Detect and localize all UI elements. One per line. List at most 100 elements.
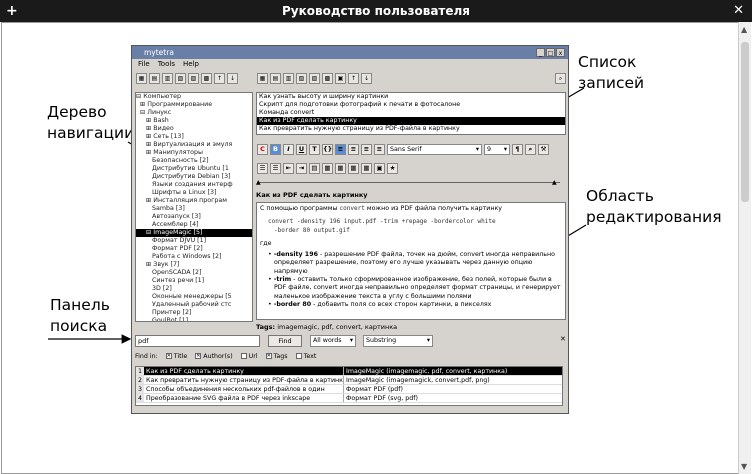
record-paste-icon[interactable]: ▣ — [335, 73, 346, 84]
ruler-right-marker[interactable]: ▲ — [552, 179, 557, 186]
word-mode-select[interactable]: All words ▾ — [310, 335, 356, 347]
tree-item[interactable]: ⊞ Видео — [136, 125, 252, 133]
find-icon[interactable]: ⌕ — [555, 73, 566, 84]
tree-item[interactable]: ⊟ Линукс — [136, 109, 252, 117]
search-close-icon[interactable]: ✕ — [560, 335, 566, 343]
tree-item[interactable]: ⊟ Компьютер — [136, 93, 252, 101]
align-center-button[interactable]: ≡ — [348, 144, 359, 155]
tree-item[interactable]: ⊟ ImageMagic [5] — [136, 229, 252, 237]
find-in-option[interactable]: ✕ Title — [165, 353, 187, 360]
tree-add-icon[interactable]: ▦ — [136, 73, 147, 84]
clear-format-button[interactable]: C — [257, 144, 268, 155]
indent-plus-button[interactable]: ⇥ — [296, 163, 307, 174]
bold-button[interactable]: B — [270, 144, 281, 155]
minimize-button[interactable]: _ — [536, 48, 545, 57]
show-html-button[interactable]: ▤ — [309, 163, 320, 174]
tree-cut-icon[interactable]: ▨ — [188, 73, 199, 84]
checkbox-icon[interactable] — [240, 353, 247, 359]
table-col-button[interactable]: ▦ — [361, 163, 372, 174]
tree-item[interactable]: Языки создания интерф — [136, 181, 252, 189]
record-copy-icon[interactable]: ▩ — [322, 73, 333, 84]
record-add-icon[interactable]: ▦ — [257, 73, 268, 84]
tree-add-sub-icon[interactable]: ▤ — [149, 73, 160, 84]
monospace-button[interactable]: T — [309, 144, 320, 155]
record-up-icon[interactable]: ↑ — [348, 73, 359, 84]
tree-item[interactable]: OpenSCADA [2] — [136, 269, 252, 277]
font-family-select[interactable]: Sans Serif ▾ — [387, 144, 482, 155]
tree-item[interactable]: ⊞ Инсталляция програм — [136, 197, 252, 205]
menu-tools[interactable]: Tools — [158, 59, 175, 70]
tree-item[interactable]: Ассемблер [4] — [136, 221, 252, 229]
tree-item[interactable]: Samba [3] — [136, 205, 252, 213]
tree-item[interactable]: Шрифты в Linux [3] — [136, 189, 252, 197]
align-right-button[interactable]: ≡ — [361, 144, 372, 155]
tree-down-icon[interactable]: ↓ — [227, 73, 238, 84]
indent-minus-button[interactable]: ⇤ — [283, 163, 294, 174]
record-delete-icon[interactable]: ▧ — [296, 73, 307, 84]
table-row-button[interactable]: ▦ — [348, 163, 359, 174]
editor-area[interactable]: С помощью программы convert можно из PDF… — [256, 202, 566, 320]
list-bullet-button[interactable]: ☰ — [257, 163, 268, 174]
checkbox-icon[interactable] — [295, 353, 302, 359]
tree-item[interactable]: Оконные менеджеры [5 — [136, 293, 252, 301]
checkbox-icon[interactable]: ✕ — [165, 353, 172, 359]
tree-item[interactable]: ⊞ Bash — [136, 117, 252, 125]
tree-item[interactable]: ⊞ Программирование — [136, 101, 252, 109]
record-down-icon[interactable]: ↓ — [361, 73, 372, 84]
search-results-table[interactable]: 1 Как из PDF сделать картинку ImageMagic (… — [135, 366, 563, 406]
record-cut-icon[interactable]: ▨ — [309, 73, 320, 84]
tree-item[interactable]: GoulBot [1] — [136, 317, 252, 321]
tree-item[interactable]: Синтез речи [1] — [136, 277, 252, 285]
zoom-icon[interactable]: ⌕ — [525, 144, 536, 155]
tree-item[interactable]: ⊞ Виртуализация и эмуля — [136, 141, 252, 149]
tree-edit-icon[interactable]: ▥ — [162, 73, 173, 84]
indent-ruler[interactable] — [258, 182, 560, 183]
tools-icon[interactable]: ⚒ — [538, 144, 549, 155]
tree-item[interactable]: Автозапуск [3] — [136, 213, 252, 221]
tree-item[interactable]: Работа с Windows [2] — [136, 253, 252, 261]
tree-item[interactable]: Принтер [2] — [136, 309, 252, 317]
record-row[interactable]: Команда convert — [257, 109, 565, 117]
tree-up-icon[interactable]: ↑ — [214, 73, 225, 84]
checkbox-icon[interactable]: ✕ — [265, 353, 272, 359]
align-justify-button[interactable]: ≡ — [374, 144, 385, 155]
align-left-button[interactable]: ≡ — [335, 144, 346, 155]
navigation-tree[interactable]: ⊟ Компьютер ⊞ Программирование ⊟ Линукс … — [135, 92, 253, 322]
menu-help[interactable]: Help — [183, 59, 199, 70]
tree-item[interactable]: Удаленный рабочий стс — [136, 301, 252, 309]
match-mode-select[interactable]: Substring ▾ — [363, 335, 433, 347]
maximize-button[interactable]: □ — [546, 48, 555, 57]
result-row[interactable]: 1 Как из PDF сделать картинку ImageMagic (… — [136, 367, 562, 376]
tree-item[interactable]: Формат PDF [2] — [136, 245, 252, 253]
list-number-button[interactable]: ☰ — [270, 163, 281, 174]
tree-item[interactable]: Дистрибутив Ubuntu [1 — [136, 165, 252, 173]
result-row[interactable]: 4 Преобразование SVG файла в PDF через in… — [136, 394, 562, 403]
tree-item[interactable]: 3D [2] — [136, 285, 252, 293]
tree-item[interactable]: Дистрибутив Debian [3] — [136, 173, 252, 181]
find-in-option[interactable]: ✕ Tags — [265, 353, 288, 360]
search-input[interactable]: pdf — [135, 335, 260, 347]
record-edit-icon[interactable]: ▥ — [283, 73, 294, 84]
tree-item[interactable]: ⊞ Звук [7] — [136, 261, 252, 269]
find-in-option[interactable]: ✕ Author(s) — [195, 353, 233, 360]
ruler-left-marker[interactable]: ▲ — [256, 179, 261, 186]
italic-button[interactable]: I — [283, 144, 294, 155]
tree-paste-icon[interactable]: ▩ — [201, 73, 212, 84]
font-size-select[interactable]: 9 ▾ — [484, 144, 510, 155]
record-row[interactable]: Как превратить нужную страницу из PDF-фа… — [257, 125, 565, 133]
result-row[interactable]: 2 Как превратить нужную страницу из PDF-ф… — [136, 376, 562, 385]
find-in-option[interactable]: Url — [240, 353, 258, 360]
paragraph-icon[interactable]: ¶ — [512, 144, 523, 155]
record-row[interactable]: Как из PDF сделать картинку — [257, 117, 565, 125]
find-button[interactable]: Find — [268, 335, 302, 347]
tree-item[interactable]: Безопасность [2] — [136, 157, 252, 165]
tree-delete-icon[interactable]: ▧ — [175, 73, 186, 84]
table-button[interactable]: ▦ — [335, 163, 346, 174]
checkbox-icon[interactable]: ✕ — [195, 353, 202, 359]
insert-image-button[interactable]: ▣ — [374, 163, 385, 174]
tree-item[interactable]: Формат DJVU [1] — [136, 237, 252, 245]
record-row[interactable]: Скрипт для подготовки фотографий к печат… — [257, 101, 565, 109]
result-row[interactable]: 3 Способы объединения нескольких pdf-файл… — [136, 385, 562, 394]
tree-item[interactable]: ⊞ Манипуляторы — [136, 149, 252, 157]
find-text-button[interactable]: ▦ — [322, 163, 333, 174]
